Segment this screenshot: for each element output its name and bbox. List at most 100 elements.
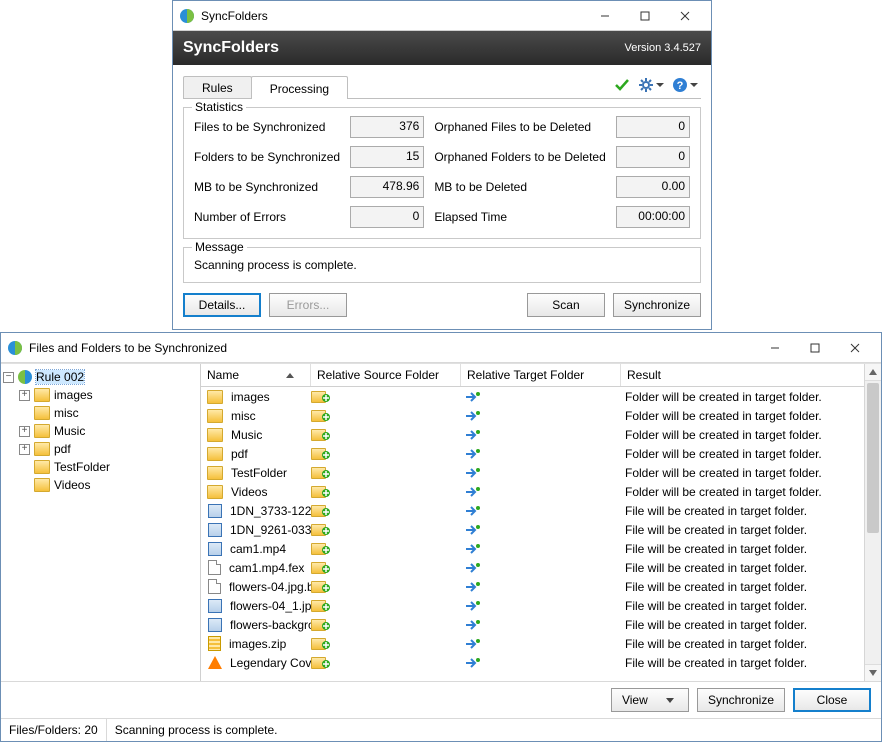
details-button[interactable]: Details... [183, 293, 261, 317]
close-button[interactable] [835, 333, 875, 362]
result-text: File will be created in target folder. [621, 561, 864, 575]
close-button[interactable] [665, 1, 705, 30]
list-row[interactable]: miscFolder will be created in target fol… [201, 406, 864, 425]
gear-icon[interactable] [635, 74, 657, 96]
list-row[interactable]: 1DN_9261-0331...File will be created in … [201, 520, 864, 539]
help-icon[interactable]: ? [669, 74, 691, 96]
statistics-label: Statistics [192, 100, 246, 114]
minimize-button[interactable] [755, 333, 795, 362]
overlay-plus-icon [326, 578, 331, 596]
synchronize-button[interactable]: Synchronize [613, 293, 701, 317]
list-row[interactable]: pdf Folder will be created in target fold… [201, 444, 864, 463]
tree-item[interactable]: +pdf [3, 440, 198, 458]
synchronize-button[interactable]: Synchronize [697, 688, 785, 712]
tab-processing[interactable]: Processing [251, 76, 348, 99]
list-row[interactable]: flowers-backgro...File will be created i… [201, 615, 864, 634]
sync-arrow-icon [465, 467, 481, 479]
tree-root[interactable]: − Rule 002 [3, 368, 198, 386]
result-text: Folder will be created in target folder. [621, 447, 864, 461]
list-row[interactable]: Music Folder will be created in target fo… [201, 425, 864, 444]
col-res-header[interactable]: Result [621, 364, 864, 386]
list-row[interactable]: cam1.mp4.fex File will be created in targ… [201, 558, 864, 577]
result-text: Folder will be created in target folder. [621, 428, 864, 442]
syncfolders-window: SyncFolders SyncFolders Version 3.4.527 … [172, 0, 712, 330]
list-row[interactable]: flowers-04_1.jpgFile will be created in … [201, 596, 864, 615]
message-text: Scanning process is complete. [194, 256, 690, 272]
files-sync-value: 376 [350, 116, 424, 138]
tab-bar: Rules Processing ? [183, 73, 701, 99]
list-row[interactable]: TestFolderFolder will be created in targ… [201, 463, 864, 482]
list-row[interactable]: VideosFolder will be created in target f… [201, 482, 864, 501]
tree-item[interactable]: +images [3, 386, 198, 404]
image-icon [208, 523, 222, 537]
list-row[interactable]: flowers-04.jpg.bitFile will be created i… [201, 577, 864, 596]
tree-item-label: misc [54, 406, 79, 420]
file-name: 1DN_3733-1226... [230, 504, 311, 518]
file-list[interactable]: Name Relative Source Folder Relative Tar… [201, 364, 864, 681]
file-name: pdf [231, 447, 248, 461]
tree-item-label: TestFolder [54, 460, 110, 474]
checkmark-icon[interactable] [611, 74, 633, 96]
zip-icon [208, 636, 221, 651]
scroll-track[interactable] [865, 381, 881, 664]
help-dropdown-icon[interactable] [690, 83, 698, 87]
elapsed-value: 00:00:00 [616, 206, 690, 228]
expand-toggle-icon[interactable]: + [19, 426, 30, 437]
list-header[interactable]: Name Relative Source Folder Relative Tar… [201, 364, 864, 387]
mb-deleted-label: MB to be Deleted [434, 180, 616, 194]
list-row[interactable]: Legendary Cove...File will be created in… [201, 653, 864, 672]
file-icon [208, 560, 221, 575]
sync-arrow-icon [465, 429, 481, 441]
gear-dropdown-icon[interactable] [656, 83, 664, 87]
app-icon [7, 340, 23, 356]
list-row[interactable]: 1DN_3733-1226... File will be created in … [201, 501, 864, 520]
minimize-button[interactable] [585, 1, 625, 30]
file-name: images [231, 390, 270, 404]
overlay-plus-icon [326, 426, 331, 444]
tree-item[interactable]: +Videos [3, 476, 198, 494]
maximize-button[interactable] [795, 333, 835, 362]
window-title: SyncFolders [201, 9, 585, 23]
statistics-group: Statistics Files to be Synchronized 376 … [183, 107, 701, 239]
list-row[interactable]: images.zipFile will be created in target… [201, 634, 864, 653]
col-src-header[interactable]: Relative Source Folder [311, 364, 461, 386]
tree-item[interactable]: +misc [3, 404, 198, 422]
file-name: flowers-backgro... [230, 618, 311, 632]
sub-titlebar: Files and Folders to be Synchronized [1, 333, 881, 363]
folders-sync-label: Folders to be Synchronized [194, 150, 350, 164]
orphaned-files-value: 0 [616, 116, 690, 138]
errors-label: Number of Errors [194, 210, 350, 224]
tree-item[interactable]: +Music [3, 422, 198, 440]
col-name-header[interactable]: Name [201, 364, 311, 386]
view-button[interactable]: View [611, 688, 689, 712]
list-row[interactable]: imagesFolder will be created in target f… [201, 387, 864, 406]
tree-item[interactable]: +TestFolder [3, 458, 198, 476]
mb-deleted-value: 0.00 [616, 176, 690, 198]
tab-rules[interactable]: Rules [183, 76, 252, 98]
client-area: Rules Processing ? Statistics Files to b… [173, 65, 711, 329]
result-text: File will be created in target folder. [621, 504, 864, 518]
app-name: SyncFolders [183, 39, 625, 57]
overlay-plus-icon [326, 597, 331, 615]
scroll-thumb[interactable] [867, 383, 879, 533]
close-button[interactable]: Close [793, 688, 871, 712]
overlay-plus-icon [326, 407, 331, 425]
overlay-plus-icon [326, 521, 331, 539]
file-list-wrap: Name Relative Source Folder Relative Tar… [201, 364, 881, 681]
expand-toggle-icon[interactable]: + [19, 444, 30, 455]
scan-button[interactable]: Scan [527, 293, 605, 317]
file-name: cam1.mp4.fex [229, 561, 304, 575]
scroll-down-icon[interactable] [865, 664, 881, 681]
col-tgt-header[interactable]: Relative Target Folder [461, 364, 621, 386]
tree-root-label[interactable]: Rule 002 [36, 370, 84, 384]
overlay-plus-icon [326, 540, 331, 558]
expand-toggle-icon[interactable]: + [19, 390, 30, 401]
list-row[interactable]: cam1.mp4File will be created in target f… [201, 539, 864, 558]
maximize-button[interactable] [625, 1, 665, 30]
scroll-up-icon[interactable] [865, 364, 881, 381]
vertical-scrollbar[interactable] [864, 364, 881, 681]
rule-tree[interactable]: − Rule 002 +images+misc+Music+pdf+TestFo… [1, 364, 201, 681]
collapse-toggle-icon[interactable]: − [3, 372, 14, 383]
file-name: Music [231, 428, 262, 442]
elapsed-label: Elapsed Time [434, 210, 616, 224]
